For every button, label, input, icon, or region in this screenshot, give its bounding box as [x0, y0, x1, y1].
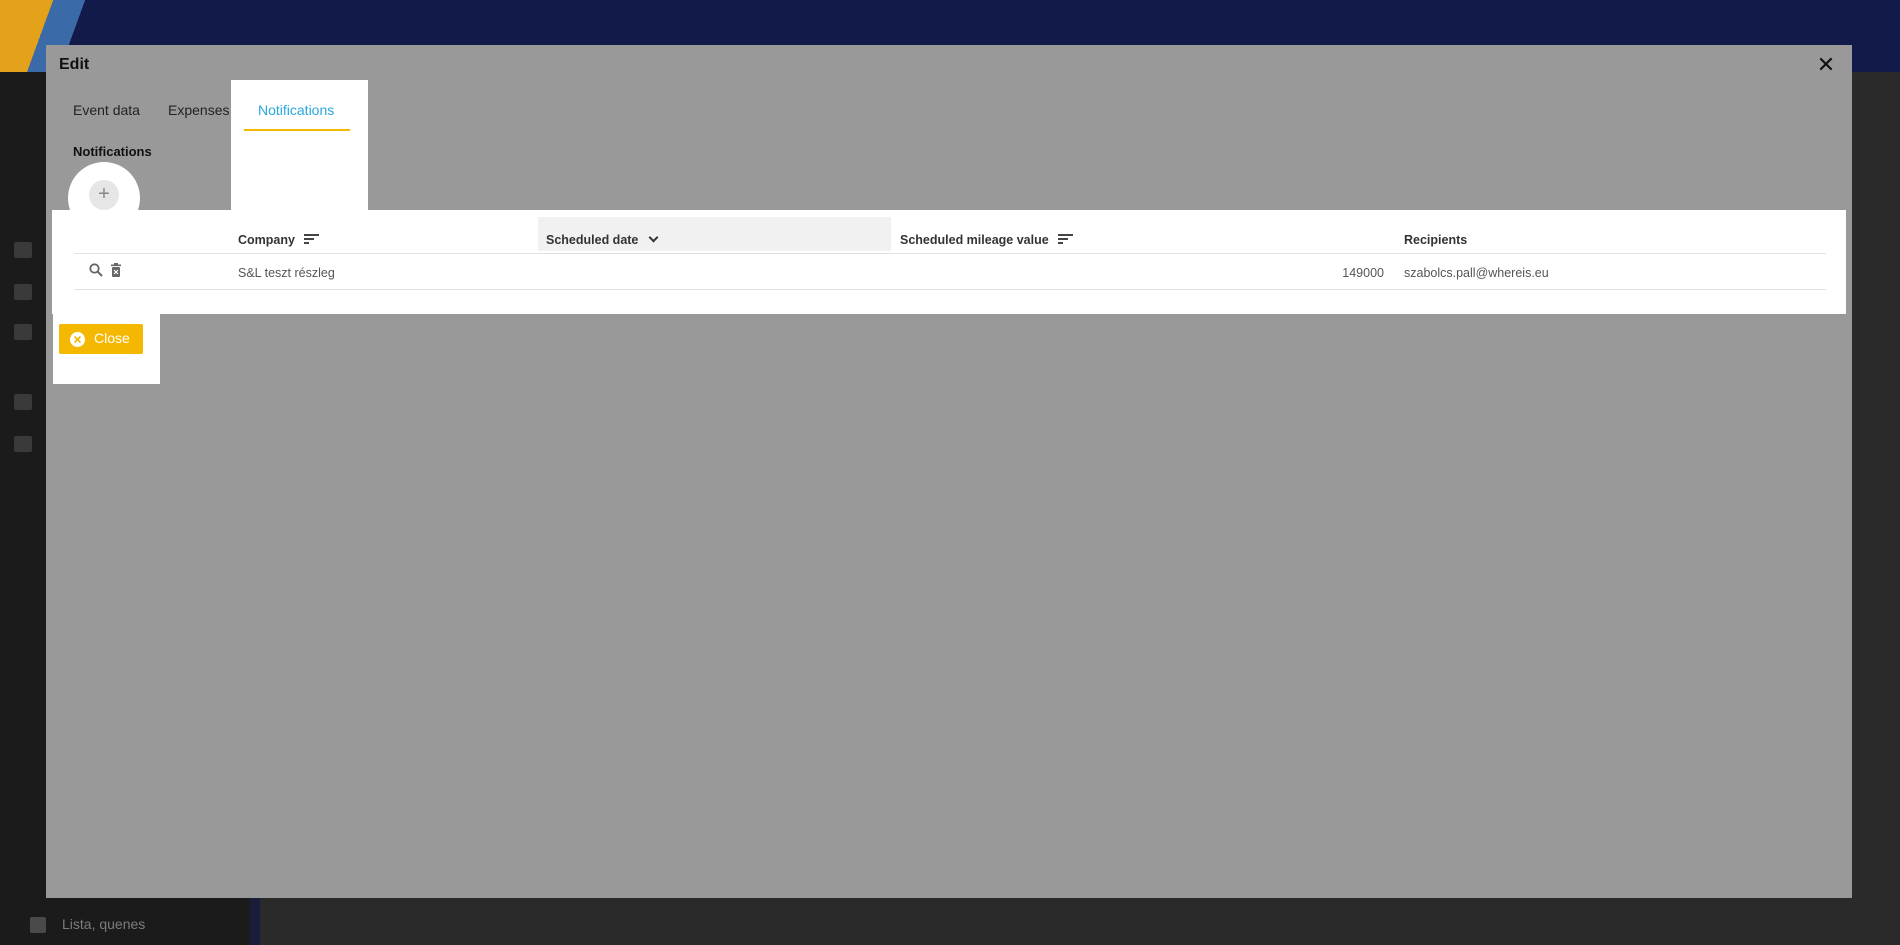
add-notification-button[interactable]: + [89, 180, 119, 210]
user-icon [14, 242, 32, 258]
column-header-scheduled-mileage[interactable]: Scheduled mileage value [900, 233, 1074, 247]
tab-expenses[interactable]: Expenses [168, 102, 229, 118]
sort-icon [1058, 233, 1074, 245]
column-header-recipients: Recipients [1404, 233, 1468, 247]
close-button-highlight: Close [53, 314, 160, 384]
close-button[interactable]: Close [59, 324, 143, 354]
power-icon [14, 324, 32, 340]
sort-icon [304, 233, 320, 245]
dialog-title: Edit [59, 56, 90, 73]
sidebar-item-label: Lista, quenes [62, 916, 146, 932]
column-header-scheduled-date[interactable]: Scheduled date [546, 232, 659, 247]
clock-icon [14, 284, 32, 300]
section-title: Notifications [73, 144, 152, 159]
tab-active-indicator [244, 129, 350, 131]
search-icon[interactable] [88, 262, 104, 278]
close-circle-icon [70, 332, 85, 347]
column-header-label: Company [238, 233, 295, 247]
cell-recipients: szabolcs.pall@whereis.eu [1404, 266, 1549, 280]
edit-dialog: Edit ✕ Event data Expenses Notifications… [46, 45, 1852, 898]
cell-company: S&L teszt részleg [238, 266, 335, 280]
close-icon[interactable]: ✕ [1814, 53, 1838, 77]
close-button-label: Close [94, 330, 130, 346]
cell-scheduled-mileage: 149000 [1342, 266, 1384, 280]
row-divider [74, 289, 1826, 290]
tab-notifications[interactable]: Notifications [231, 80, 368, 210]
dashboard-icon [14, 394, 32, 410]
tab-event-data[interactable]: Event data [73, 102, 140, 118]
column-header-company[interactable]: Company [238, 233, 320, 247]
header-divider [74, 253, 1826, 254]
tab-notifications-label: Notifications [258, 102, 335, 118]
list-icon [30, 917, 46, 933]
column-header-label: Scheduled mileage value [900, 233, 1049, 247]
chevron-down-icon [648, 232, 659, 243]
column-header-label: Scheduled date [546, 233, 639, 247]
delete-icon[interactable] [108, 262, 124, 278]
car-icon [14, 436, 32, 452]
notifications-table: Company Scheduled date Scheduled mileage… [52, 210, 1846, 314]
